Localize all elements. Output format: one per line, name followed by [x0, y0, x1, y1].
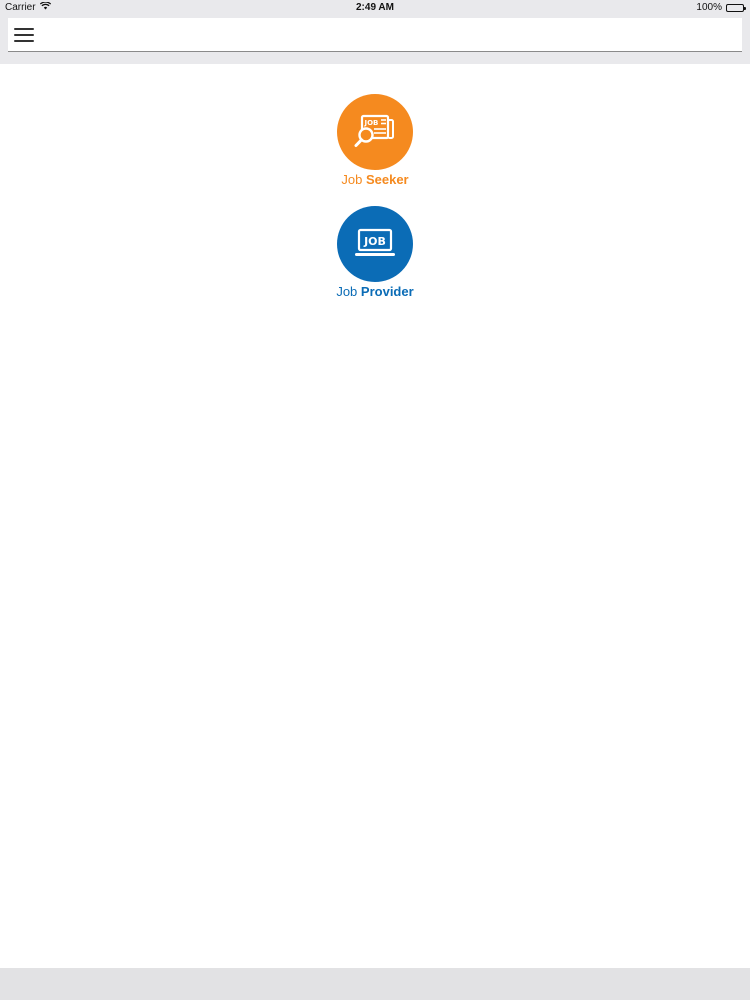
battery-icon [726, 3, 746, 12]
battery-percent: 100% [696, 2, 722, 13]
job-provider-label-strong: Provider [360, 284, 414, 299]
status-bar: Carrier 2:49 AM 100% [0, 0, 750, 16]
hamburger-menu-icon-line [14, 40, 34, 42]
job-provider-icon-text: JOB [363, 235, 386, 248]
hamburger-menu-icon-line [14, 34, 34, 36]
job-seeker-icon-text: JOB [364, 119, 379, 127]
job-provider-button[interactable]: JOB Job Provider [0, 206, 750, 300]
job-provider-label-prefix: Job [336, 284, 358, 299]
app-screen: Carrier 2:49 AM 100% JOB Job Seeker JOB … [0, 0, 750, 1000]
job-laptop-icon: JOB [355, 228, 395, 256]
status-time: 2:49 AM [356, 2, 394, 13]
job-seeker-label-prefix: Job [341, 172, 363, 187]
job-seeker-label-strong: Seeker [365, 172, 409, 187]
job-provider-icon-circle[interactable]: JOB [337, 206, 413, 282]
menu-button[interactable] [14, 24, 38, 46]
bottom-bar [0, 968, 750, 1000]
job-seeker-label[interactable]: Job Seeker [341, 172, 408, 188]
job-seeker-icon-circle[interactable]: JOB [337, 94, 413, 170]
navigation-bar [8, 18, 742, 52]
hamburger-menu-icon [14, 28, 34, 30]
job-seeker-button[interactable]: JOB Job Seeker [0, 94, 750, 188]
status-right: 100% [696, 2, 746, 13]
job-provider-label[interactable]: Job Provider [336, 284, 413, 300]
job-search-icon: JOB [354, 114, 394, 147]
